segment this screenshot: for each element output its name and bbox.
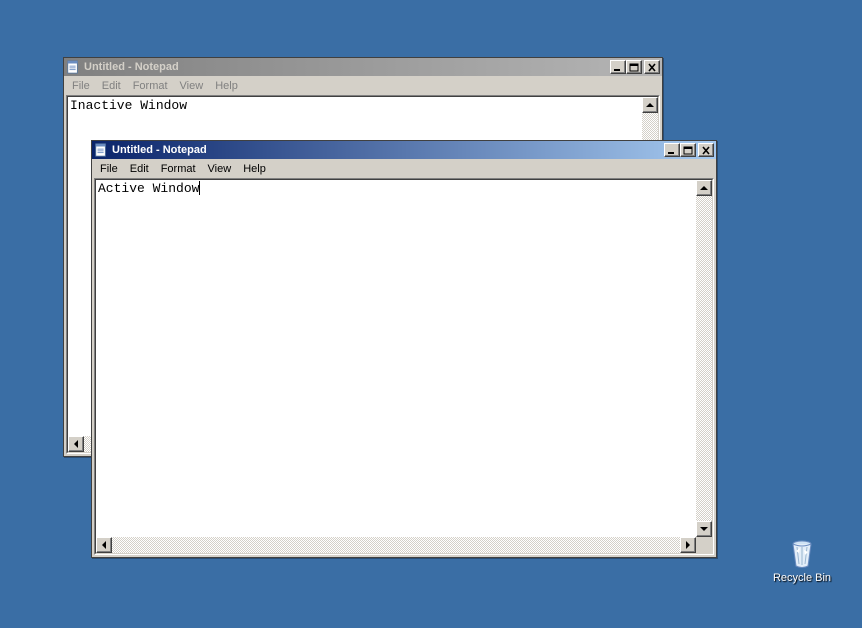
vertical-scrollbar[interactable] <box>696 180 712 537</box>
recycle-bin-icon <box>786 538 818 570</box>
scroll-left-button[interactable] <box>68 436 84 452</box>
scroll-left-button[interactable] <box>96 537 112 553</box>
notepad-icon <box>94 143 108 157</box>
titlebar-inactive[interactable]: Untitled - Notepad <box>64 58 662 76</box>
menubar: File Edit Format View Help <box>64 76 662 95</box>
chevron-down-icon <box>700 527 708 531</box>
scroll-track[interactable] <box>696 196 712 521</box>
horizontal-scrollbar[interactable] <box>96 537 696 553</box>
maximize-button[interactable] <box>626 60 642 74</box>
minimize-button[interactable] <box>610 60 626 74</box>
scroll-up-button[interactable] <box>642 97 658 113</box>
chevron-left-icon <box>74 440 78 448</box>
menu-file[interactable]: File <box>66 78 96 94</box>
close-button[interactable] <box>644 60 660 74</box>
notepad-window-active[interactable]: Untitled - Notepad File Edit Format View… <box>91 140 717 558</box>
menu-format[interactable]: Format <box>127 78 174 94</box>
client-area: Active Window <box>94 178 714 555</box>
menu-file[interactable]: File <box>94 161 124 177</box>
menu-view[interactable]: View <box>202 161 238 177</box>
maximize-button[interactable] <box>680 143 696 157</box>
window-controls <box>664 143 714 157</box>
scroll-track[interactable] <box>112 537 680 553</box>
chevron-up-icon <box>700 186 708 190</box>
menu-edit[interactable]: Edit <box>124 161 155 177</box>
text-area[interactable]: Active Window <box>96 180 696 537</box>
titlebar-active[interactable]: Untitled - Notepad <box>92 141 716 159</box>
menu-edit[interactable]: Edit <box>96 78 127 94</box>
menu-help[interactable]: Help <box>237 161 272 177</box>
desktop-icon-label: Recycle Bin <box>767 572 837 584</box>
window-controls <box>610 60 660 74</box>
minimize-button[interactable] <box>664 143 680 157</box>
scroll-up-button[interactable] <box>696 180 712 196</box>
chevron-up-icon <box>646 103 654 107</box>
window-title: Untitled - Notepad <box>83 61 607 73</box>
scroll-right-button[interactable] <box>680 537 696 553</box>
menubar: File Edit Format View Help <box>92 159 716 178</box>
menu-help[interactable]: Help <box>209 78 244 94</box>
text-caret <box>199 181 200 195</box>
text-content-value: Active Window <box>98 181 199 196</box>
chevron-left-icon <box>102 541 106 549</box>
close-button[interactable] <box>698 143 714 157</box>
notepad-icon <box>66 60 80 74</box>
menu-format[interactable]: Format <box>155 161 202 177</box>
scroll-down-button[interactable] <box>696 521 712 537</box>
scroll-corner <box>696 537 712 553</box>
desktop-icon-recycle-bin[interactable]: Recycle Bin <box>767 538 837 584</box>
menu-view[interactable]: View <box>174 78 210 94</box>
chevron-right-icon <box>686 541 690 549</box>
window-title: Untitled - Notepad <box>111 144 661 156</box>
